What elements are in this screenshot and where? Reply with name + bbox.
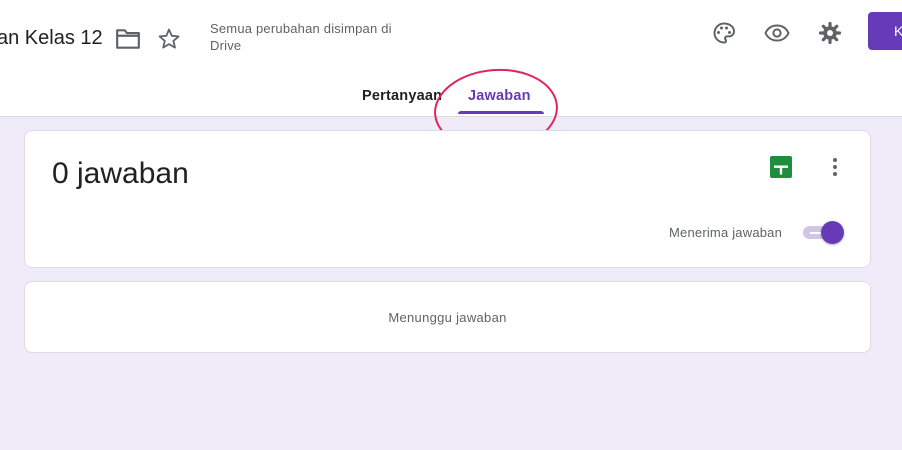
more-vert-icon[interactable] bbox=[823, 155, 847, 179]
response-count: 0 jawaban bbox=[52, 157, 189, 190]
palette-icon[interactable] bbox=[710, 19, 738, 47]
gear-icon[interactable] bbox=[816, 19, 844, 47]
tab-questions[interactable]: Pertanyaan bbox=[362, 88, 442, 104]
responses-summary-card: 0 jawaban Menerima jawaban bbox=[24, 130, 871, 268]
waiting-card: Menunggu jawaban bbox=[24, 281, 871, 353]
tab-responses[interactable]: Jawaban bbox=[468, 88, 531, 104]
toggle-thumb bbox=[821, 221, 844, 244]
waiting-message: Menunggu jawaban bbox=[388, 310, 507, 325]
accepting-responses-label: Menerima jawaban bbox=[669, 225, 783, 240]
top-bar: an Kelas 12 Semua perubahan disimpan di … bbox=[0, 0, 902, 117]
form-title[interactable]: an Kelas 12 bbox=[0, 27, 103, 50]
star-icon[interactable] bbox=[155, 25, 183, 53]
folder-icon[interactable] bbox=[114, 26, 142, 52]
sheets-icon[interactable] bbox=[770, 155, 792, 179]
save-status: Semua perubahan disimpan di Drive bbox=[210, 21, 392, 53]
send-button[interactable]: K bbox=[868, 12, 902, 50]
active-tab-indicator bbox=[458, 111, 544, 114]
eye-icon[interactable] bbox=[763, 19, 791, 47]
accepting-responses-toggle[interactable] bbox=[803, 221, 845, 244]
